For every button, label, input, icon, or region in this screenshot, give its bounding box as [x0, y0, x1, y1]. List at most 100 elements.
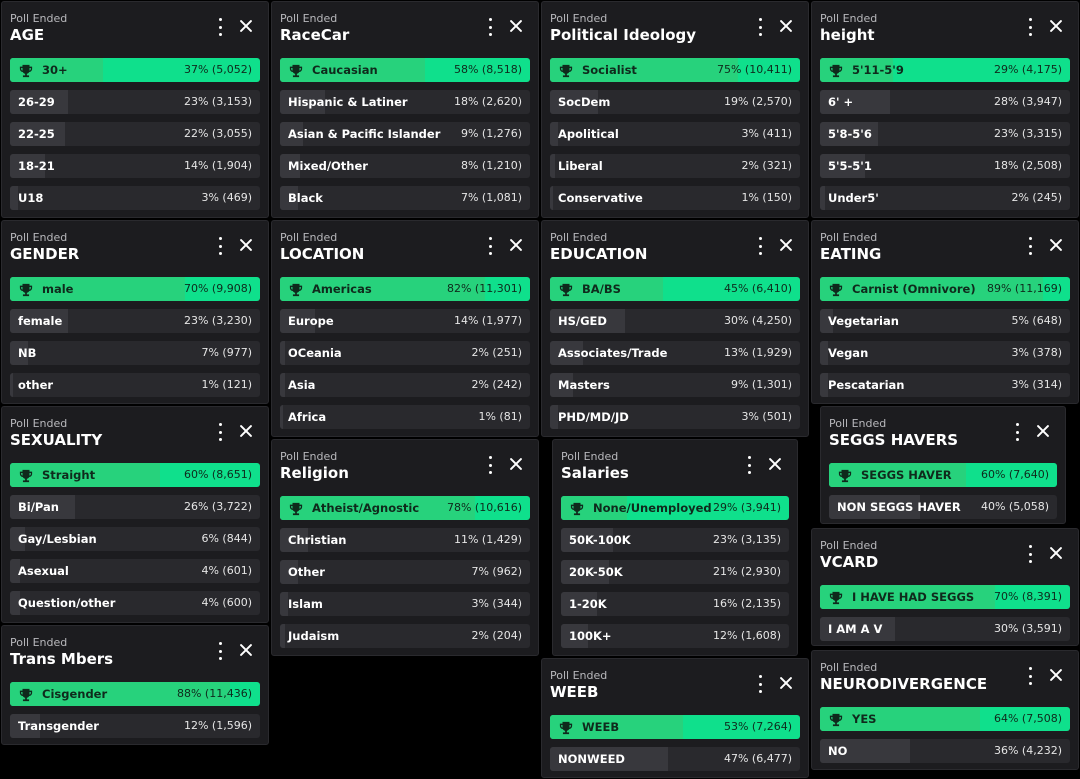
poll-option-i-am-a-v[interactable]: I AM A V 30% (3,591)	[820, 617, 1070, 641]
poll-option-label: Americas	[312, 282, 372, 296]
poll-option-5-8-5-6[interactable]: 5'8-5'6 23% (3,315)	[820, 122, 1070, 146]
poll-option-associates-trade[interactable]: Associates/Trade 13% (1,929)	[550, 341, 800, 365]
poll-option-socialist[interactable]: Socialist 75% (10,411)	[550, 58, 800, 82]
poll-option-africa[interactable]: Africa 1% (81)	[280, 405, 530, 429]
close-icon[interactable]	[236, 16, 256, 36]
close-icon[interactable]	[1046, 16, 1066, 36]
poll-option-1-20k[interactable]: 1-20K 16% (2,135)	[561, 592, 789, 616]
poll-option-atheist-agnostic[interactable]: Atheist/Agnostic 78% (10,616)	[280, 496, 530, 520]
poll-option-i-have-had-seggs[interactable]: I HAVE HAD SEGGS 70% (8,391)	[820, 585, 1070, 609]
more-vertical-icon[interactable]	[1013, 423, 1021, 441]
poll-option-vegan[interactable]: Vegan 3% (378)	[820, 341, 1070, 365]
poll-option-no[interactable]: NO 36% (4,232)	[820, 739, 1070, 763]
poll-option-30[interactable]: 30+ 37% (5,052)	[10, 58, 260, 82]
poll-option-black[interactable]: Black 7% (1,081)	[280, 186, 530, 210]
close-icon[interactable]	[1046, 543, 1066, 563]
close-icon[interactable]	[236, 421, 256, 441]
more-vertical-icon[interactable]	[756, 237, 764, 255]
poll-option-non-seggs-haver[interactable]: NON SEGGS HAVER 40% (5,058)	[829, 495, 1057, 519]
poll-option-asexual[interactable]: Asexual 4% (601)	[10, 559, 260, 583]
poll-option-christian[interactable]: Christian 11% (1,429)	[280, 528, 530, 552]
poll-option-result: 8% (1,210)	[460, 159, 522, 172]
poll-option-22-25[interactable]: 22-25 22% (3,055)	[10, 122, 260, 146]
poll-option-18-21[interactable]: 18-21 14% (1,904)	[10, 154, 260, 178]
poll-option-50k-100k[interactable]: 50K-100K 23% (3,135)	[561, 528, 789, 552]
close-icon[interactable]	[776, 673, 796, 693]
poll-option-female[interactable]: female 23% (3,230)	[10, 309, 260, 333]
more-vertical-icon[interactable]	[486, 456, 494, 474]
more-vertical-icon[interactable]	[486, 237, 494, 255]
poll-option-question-other[interactable]: Question/other 4% (600)	[10, 591, 260, 615]
poll-option-5-11-5-9[interactable]: 5'11-5'9 29% (4,175)	[820, 58, 1070, 82]
poll-option-label: OCeania	[288, 346, 342, 360]
poll-option-transgender[interactable]: Transgender 12% (1,596)	[10, 714, 260, 738]
poll-option-bi-pan[interactable]: Bi/Pan 26% (3,722)	[10, 495, 260, 519]
poll-option-other[interactable]: Other 7% (962)	[280, 560, 530, 584]
more-vertical-icon[interactable]	[216, 237, 224, 255]
poll-option-label: Caucasian	[312, 63, 378, 77]
poll-option-islam[interactable]: Islam 3% (344)	[280, 592, 530, 616]
poll-option-hs-ged[interactable]: HS/GED 30% (4,250)	[550, 309, 800, 333]
poll-option-caucasian[interactable]: Caucasian 58% (8,518)	[280, 58, 530, 82]
poll-option-yes[interactable]: YES 64% (7,508)	[820, 707, 1070, 731]
poll-option-nonweed[interactable]: NONWEED 47% (6,477)	[550, 747, 800, 771]
poll-option-100k[interactable]: 100K+ 12% (1,608)	[561, 624, 789, 648]
poll-option-pescatarian[interactable]: Pescatarian 3% (314)	[820, 373, 1070, 397]
poll-option-judaism[interactable]: Judaism 2% (204)	[280, 624, 530, 648]
poll-option-u18[interactable]: U18 3% (469)	[10, 186, 260, 210]
poll-option-5-5-5-1[interactable]: 5'5-5'1 18% (2,508)	[820, 154, 1070, 178]
poll-option-weeb[interactable]: WEEB 53% (7,264)	[550, 715, 800, 739]
poll-option-26-29[interactable]: 26-29 23% (3,153)	[10, 90, 260, 114]
poll-option-straight[interactable]: Straight 60% (8,651)	[10, 463, 260, 487]
poll-option-hispanic-latiner[interactable]: Hispanic & Latiner 18% (2,620)	[280, 90, 530, 114]
poll-option-oceania[interactable]: OCeania 2% (251)	[280, 341, 530, 365]
more-vertical-icon[interactable]	[745, 456, 753, 474]
more-vertical-icon[interactable]	[1026, 545, 1034, 563]
close-icon[interactable]	[776, 16, 796, 36]
poll-option-asian-pacific-islander[interactable]: Asian & Pacific Islander 9% (1,276)	[280, 122, 530, 146]
poll-option-20k-50k[interactable]: 20K-50K 21% (2,930)	[561, 560, 789, 584]
poll-option-americas[interactable]: Americas 82% (11,301)	[280, 277, 530, 301]
poll-option-phd-md-jd[interactable]: PHD/MD/JD 3% (501)	[550, 405, 800, 429]
poll-option-socdem[interactable]: SocDem 19% (2,570)	[550, 90, 800, 114]
poll-title: RaceCar	[280, 26, 350, 44]
poll-option-vegetarian[interactable]: Vegetarian 5% (648)	[820, 309, 1070, 333]
poll-option-masters[interactable]: Masters 9% (1,301)	[550, 373, 800, 397]
more-vertical-icon[interactable]	[1026, 237, 1034, 255]
poll-option-europe[interactable]: Europe 14% (1,977)	[280, 309, 530, 333]
more-vertical-icon[interactable]	[486, 18, 494, 36]
poll-option-mixed-other[interactable]: Mixed/Other 8% (1,210)	[280, 154, 530, 178]
more-vertical-icon[interactable]	[216, 423, 224, 441]
poll-option-apolitical[interactable]: Apolitical 3% (411)	[550, 122, 800, 146]
more-vertical-icon[interactable]	[1026, 667, 1034, 685]
poll-option-ba-bs[interactable]: BA/BS 45% (6,410)	[550, 277, 800, 301]
more-vertical-icon[interactable]	[756, 18, 764, 36]
poll-option-nb[interactable]: NB 7% (977)	[10, 341, 260, 365]
poll-option-gay-lesbian[interactable]: Gay/Lesbian 6% (844)	[10, 527, 260, 551]
more-vertical-icon[interactable]	[1026, 18, 1034, 36]
poll-option-asia[interactable]: Asia 2% (242)	[280, 373, 530, 397]
close-icon[interactable]	[776, 235, 796, 255]
poll-option-6[interactable]: 6' + 28% (3,947)	[820, 90, 1070, 114]
poll-option-seggs-haver[interactable]: SEGGS HAVER 60% (7,640)	[829, 463, 1057, 487]
close-icon[interactable]	[1033, 421, 1053, 441]
poll-option-conservative[interactable]: Conservative 1% (150)	[550, 186, 800, 210]
poll-option-male[interactable]: male 70% (9,908)	[10, 277, 260, 301]
poll-option-cisgender[interactable]: Cisgender 88% (11,436)	[10, 682, 260, 706]
more-vertical-icon[interactable]	[216, 18, 224, 36]
more-vertical-icon[interactable]	[756, 675, 764, 693]
close-icon[interactable]	[506, 454, 526, 474]
close-icon[interactable]	[1046, 665, 1066, 685]
close-icon[interactable]	[236, 640, 256, 660]
more-vertical-icon[interactable]	[216, 642, 224, 660]
close-icon[interactable]	[506, 16, 526, 36]
close-icon[interactable]	[765, 454, 785, 474]
close-icon[interactable]	[236, 235, 256, 255]
poll-option-under5[interactable]: Under5' 2% (245)	[820, 186, 1070, 210]
poll-option-carnist-omnivore[interactable]: Carnist (Omnivore) 89% (11,169)	[820, 277, 1070, 301]
close-icon[interactable]	[1046, 235, 1066, 255]
close-icon[interactable]	[506, 235, 526, 255]
poll-option-other[interactable]: other 1% (121)	[10, 373, 260, 397]
poll-option-none-unemployed[interactable]: None/Unemployed 29% (3,941)	[561, 496, 789, 520]
poll-option-liberal[interactable]: Liberal 2% (321)	[550, 154, 800, 178]
